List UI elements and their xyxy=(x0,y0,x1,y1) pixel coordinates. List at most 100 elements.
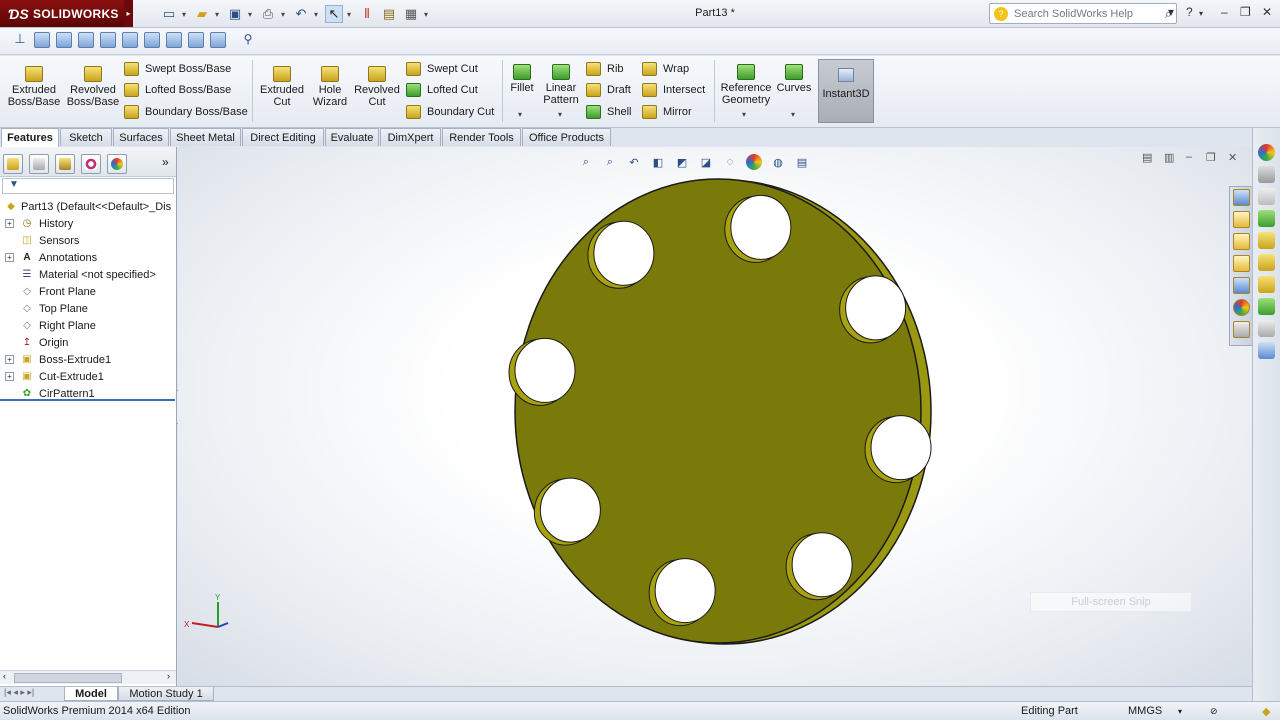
scenes-icon[interactable] xyxy=(1258,188,1275,205)
rollback-bar[interactable] xyxy=(0,399,175,401)
lofted-cut-button[interactable]: Lofted Cut xyxy=(406,81,478,99)
tab-direct-editing[interactable]: Direct Editing xyxy=(242,128,324,146)
view-right-icon[interactable] xyxy=(100,32,116,48)
fillet-button[interactable]: Fillet xyxy=(507,64,537,94)
tree-item-material[interactable]: ☰ Material <not specified> xyxy=(0,266,176,283)
curves-dropdown-icon[interactable]: ▾ xyxy=(791,110,795,119)
tab-motion-study-1[interactable]: Motion Study 1 xyxy=(118,687,214,701)
linear-pattern-dropdown-icon[interactable]: ▾ xyxy=(558,110,562,119)
open-dropdown-icon[interactable]: ▾ xyxy=(215,10,222,19)
flange-part[interactable] xyxy=(508,178,932,645)
tab-evaluate[interactable]: Evaluate xyxy=(325,128,379,146)
tab-scroll-arrows[interactable]: |◂ ◂ ▸ ▸| xyxy=(4,687,34,698)
draft-button[interactable]: Draft xyxy=(586,81,631,99)
reference-geometry-button[interactable]: Reference Geometry xyxy=(718,64,774,106)
graphics-area[interactable]: ⌕ ⌕ ↶ ◧ ◩ ◪ ◌ ◍ ▤ ▤ ▥ – ❐ ✕ Y X Full-scr… xyxy=(178,147,1252,687)
rebuild-traffic-light-icon[interactable]: ⦀ xyxy=(358,5,376,23)
swept-cut-button[interactable]: Swept Cut xyxy=(406,60,478,78)
linear-pattern-button[interactable]: Linear Pattern xyxy=(540,64,582,106)
file-explorer-icon[interactable] xyxy=(1233,255,1250,272)
tree-horizontal-scrollbar[interactable]: ‹ › xyxy=(0,670,176,684)
mirror-button[interactable]: Mirror xyxy=(642,103,692,121)
shell-button[interactable]: Shell xyxy=(586,103,631,121)
wrap-button[interactable]: Wrap xyxy=(642,60,689,78)
expand-icon[interactable]: + xyxy=(5,372,14,381)
tab-surfaces[interactable]: Surfaces xyxy=(113,128,169,146)
restore-icon[interactable]: ❐ xyxy=(1240,5,1251,19)
home-icon[interactable] xyxy=(1233,211,1250,228)
configuration-manager-tab-icon[interactable] xyxy=(55,154,75,174)
select-dropdown-icon[interactable]: ▾ xyxy=(347,10,354,19)
print-dropdown-icon[interactable]: ▾ xyxy=(281,10,288,19)
tree-item-history[interactable]: + ◷ History xyxy=(0,215,176,232)
property-manager-tab-icon[interactable] xyxy=(29,154,49,174)
new-document-icon[interactable]: ▭ xyxy=(160,5,178,23)
decals-icon[interactable] xyxy=(1258,166,1275,183)
expand-icon[interactable]: + xyxy=(5,355,14,364)
new-dropdown-icon[interactable]: ▾ xyxy=(182,10,189,19)
custom-properties-icon[interactable] xyxy=(1233,321,1250,338)
design-library-icon[interactable] xyxy=(1233,233,1250,250)
link-views-icon[interactable]: ⚲ xyxy=(240,32,256,48)
revolved-cut-button[interactable]: Revolved Cut xyxy=(353,66,401,108)
view-top-icon[interactable] xyxy=(122,32,138,48)
help-icon[interactable]: ? xyxy=(1186,5,1193,19)
revolved-boss-button[interactable]: Revolved Boss/Base xyxy=(64,66,122,108)
tree-item-origin[interactable]: ↥ Origin xyxy=(0,334,176,351)
tab-model[interactable]: Model xyxy=(64,687,118,701)
help-dropdown-icon[interactable]: ▾ xyxy=(1199,9,1203,18)
options-dropdown-icon[interactable]: ▾ xyxy=(424,10,431,19)
materials-icon[interactable] xyxy=(1258,232,1275,249)
rib-button[interactable]: Rib xyxy=(586,60,624,78)
view-palette-icon[interactable] xyxy=(1233,277,1250,294)
units-dropdown-icon[interactable]: ▾ xyxy=(1178,707,1182,716)
scroll-thumb[interactable] xyxy=(14,673,122,683)
view-isometric-icon[interactable] xyxy=(166,32,182,48)
scroll-left-icon[interactable]: ‹ xyxy=(3,671,6,681)
expand-panel-icon[interactable]: » xyxy=(162,155,169,169)
save-dropdown-icon[interactable]: ▾ xyxy=(248,10,255,19)
instant3d-button[interactable]: Instant3D xyxy=(818,59,874,123)
notification-icon[interactable]: ◆ xyxy=(1262,705,1270,718)
tree-item-sensors[interactable]: ◫ Sensors xyxy=(0,232,176,249)
expand-icon[interactable]: + xyxy=(5,253,14,262)
search-dropdown-icon[interactable]: ▾ xyxy=(1168,5,1174,19)
extruded-cut-button[interactable]: Extruded Cut xyxy=(257,66,307,108)
tree-item-front-plane[interactable]: ◇ Front Plane xyxy=(0,283,176,300)
units-label[interactable]: MMGS xyxy=(1128,705,1162,717)
intersect-button[interactable]: Intersect xyxy=(642,81,705,99)
display-manager-tab-icon[interactable] xyxy=(107,154,127,174)
undo-icon[interactable]: ↶ xyxy=(292,5,310,23)
select-cursor-icon[interactable]: ↖ xyxy=(325,5,343,23)
tree-root-part[interactable]: ◆ Part13 (Default<<Default>_Dis xyxy=(0,198,176,215)
forum-icon[interactable] xyxy=(1258,298,1275,315)
search-results-icon[interactable] xyxy=(1258,320,1275,337)
rendering-icon[interactable] xyxy=(1258,342,1275,359)
appearances-icon[interactable] xyxy=(1233,299,1250,316)
swept-boss-button[interactable]: Swept Boss/Base xyxy=(124,60,231,78)
options-icon[interactable]: ▦ xyxy=(402,5,420,23)
boundary-cut-button[interactable]: Boundary Cut xyxy=(406,103,494,121)
reference-geometry-dropdown-icon[interactable]: ▾ xyxy=(742,110,746,119)
fillet-dropdown-icon[interactable]: ▾ xyxy=(518,110,522,119)
tree-item-boss-extrude1[interactable]: + ▣ Boss-Extrude1 xyxy=(0,351,176,368)
tab-sketch[interactable]: Sketch xyxy=(60,128,112,146)
print-icon[interactable]: ⎙ xyxy=(259,5,277,23)
view-front-icon[interactable] xyxy=(34,32,50,48)
expand-icon[interactable]: + xyxy=(5,219,14,228)
tab-features[interactable]: Features xyxy=(1,128,59,147)
save-icon[interactable]: ▣ xyxy=(226,5,244,23)
tree-item-right-plane[interactable]: ◇ Right Plane xyxy=(0,317,176,334)
tree-item-cut-extrude1[interactable]: + ▣ Cut-Extrude1 xyxy=(0,368,176,385)
tree-item-top-plane[interactable]: ◇ Top Plane xyxy=(0,300,176,317)
lights-icon[interactable] xyxy=(1258,210,1275,227)
boundary-boss-button[interactable]: Boundary Boss/Base xyxy=(124,103,248,121)
minimize-icon[interactable]: – xyxy=(1221,5,1228,19)
tree-filter-input[interactable]: ▼ xyxy=(2,178,174,194)
tab-render-tools[interactable]: Render Tools xyxy=(442,128,521,146)
curves-button[interactable]: Curves xyxy=(776,64,812,94)
scroll-right-icon[interactable]: › xyxy=(167,671,170,681)
dimxpert-manager-tab-icon[interactable] xyxy=(81,154,101,174)
solidworks-logo[interactable]: ƊS SOLIDWORKS xyxy=(0,0,124,27)
normal-to-icon[interactable]: ⊥ xyxy=(12,32,28,48)
